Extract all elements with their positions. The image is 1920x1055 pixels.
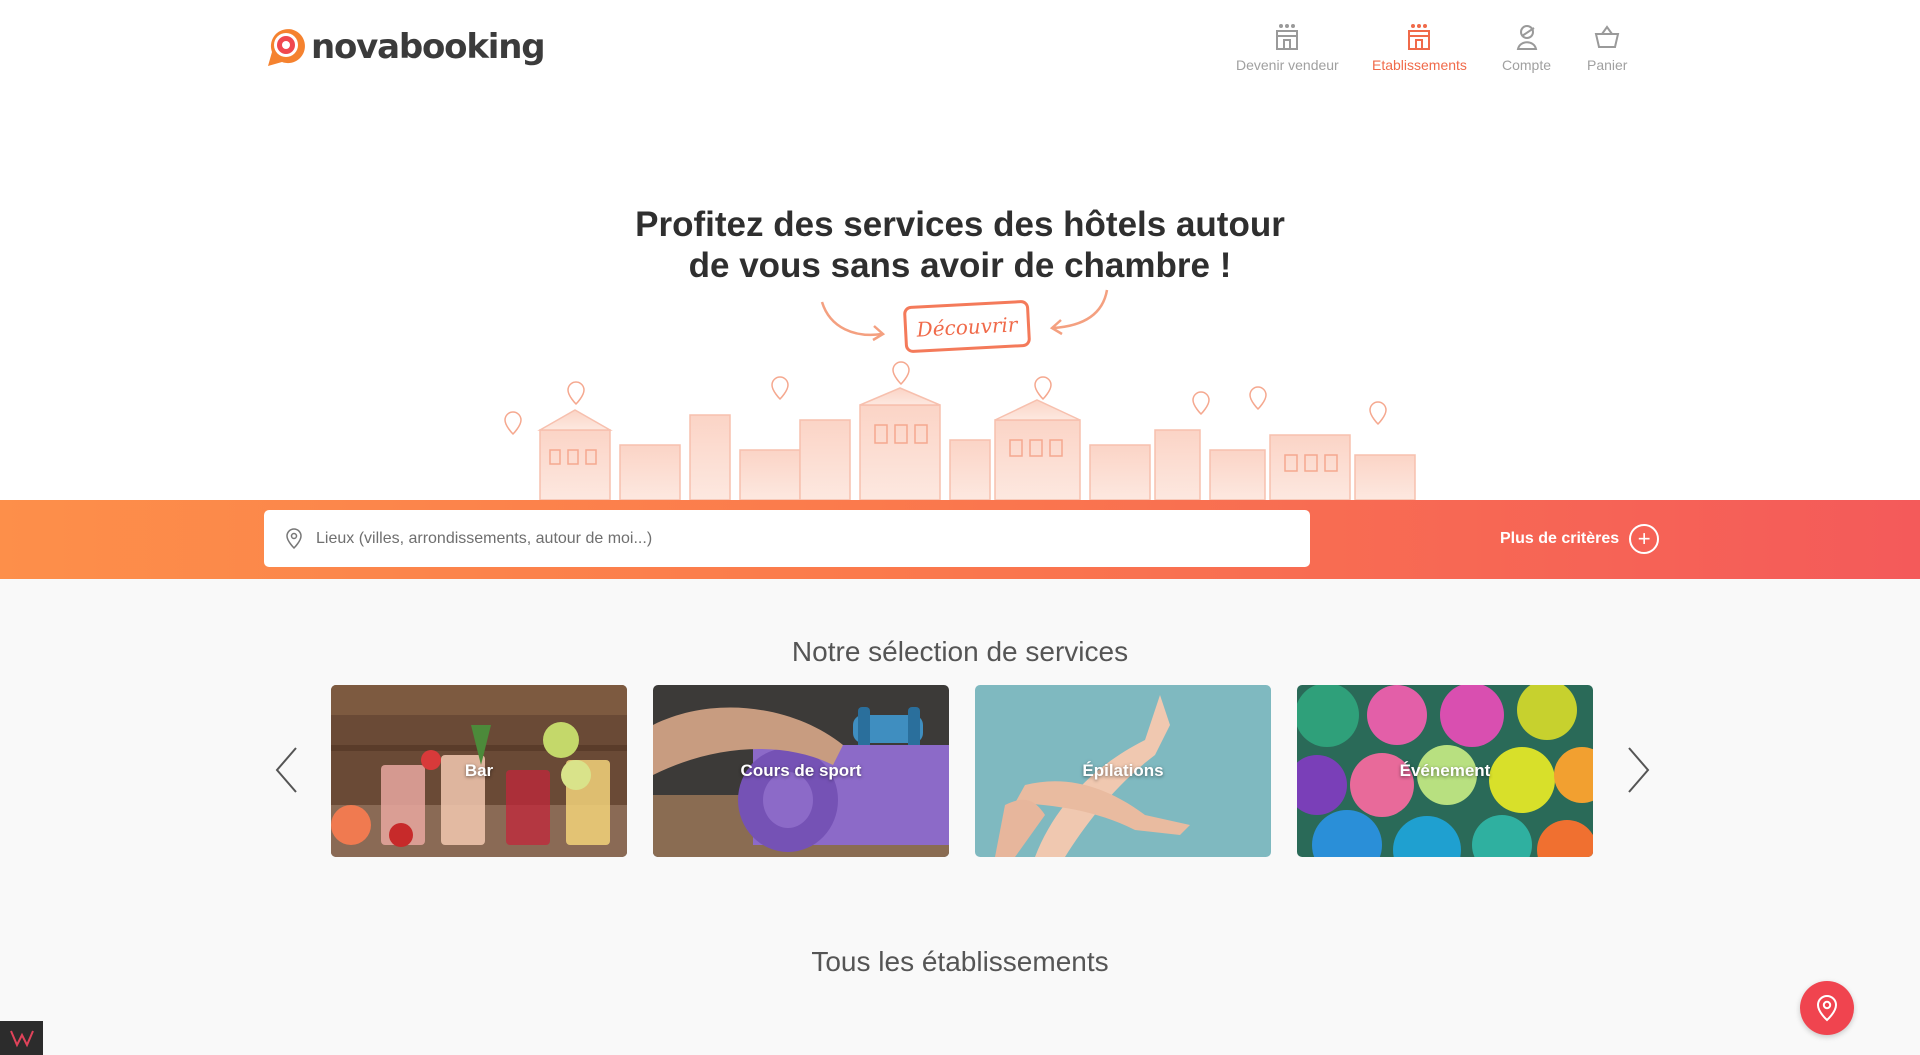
debug-toolbar-toggle[interactable] [0,1021,43,1055]
search-band: Plus de critères + [0,500,1920,579]
user-icon [1516,25,1537,50]
hotel-icon [1408,24,1431,50]
arrow-decoration-icon [1049,289,1109,336]
map-floating-button[interactable] [1800,981,1854,1035]
city-skyline-illustration [504,361,1416,500]
location-search-input[interactable] [316,529,1296,548]
service-card-evenement[interactable]: Événement [1297,685,1593,857]
service-card-bar[interactable]: Bar [331,685,627,857]
service-card-epilations[interactable]: Épilations [975,685,1271,857]
debug-logo-icon [9,1030,34,1048]
service-card-cours-de-sport[interactable]: Cours de sport [653,685,949,857]
hero-title: Profitez des services des hôtels autour … [635,205,1285,285]
more-criteria-button[interactable]: Plus de critères + [1500,524,1660,554]
main-nav: Devenir vendeur Etablissements Compte Pa… [0,22,1920,82]
nav-item-panier[interactable]: Panier [1587,22,1627,73]
search-box[interactable] [264,510,1310,567]
establishments-section-title: Tous les établissements [811,946,1109,977]
plus-circle-icon: + [1629,524,1660,554]
location-pin-icon [286,527,302,549]
location-pin-icon [1816,994,1838,1022]
shop-icon [1276,24,1299,50]
carousel-prev-arrow-icon[interactable] [272,745,302,795]
carousel-next-arrow-icon[interactable] [1623,745,1653,795]
basket-icon [1594,25,1620,48]
nav-item-compte[interactable]: Compte [1502,22,1551,73]
decouvrir-button[interactable]: Découvrir [902,299,1032,354]
nav-item-devenir-vendeur[interactable]: Devenir vendeur [1236,22,1339,73]
header-area: novabooking Devenir vendeur Etablissemen… [0,0,1920,500]
arrow-decoration-icon [820,301,886,342]
nav-item-etablissements[interactable]: Etablissements [1372,22,1467,73]
services-section-title: Notre sélection de services [791,636,1129,667]
